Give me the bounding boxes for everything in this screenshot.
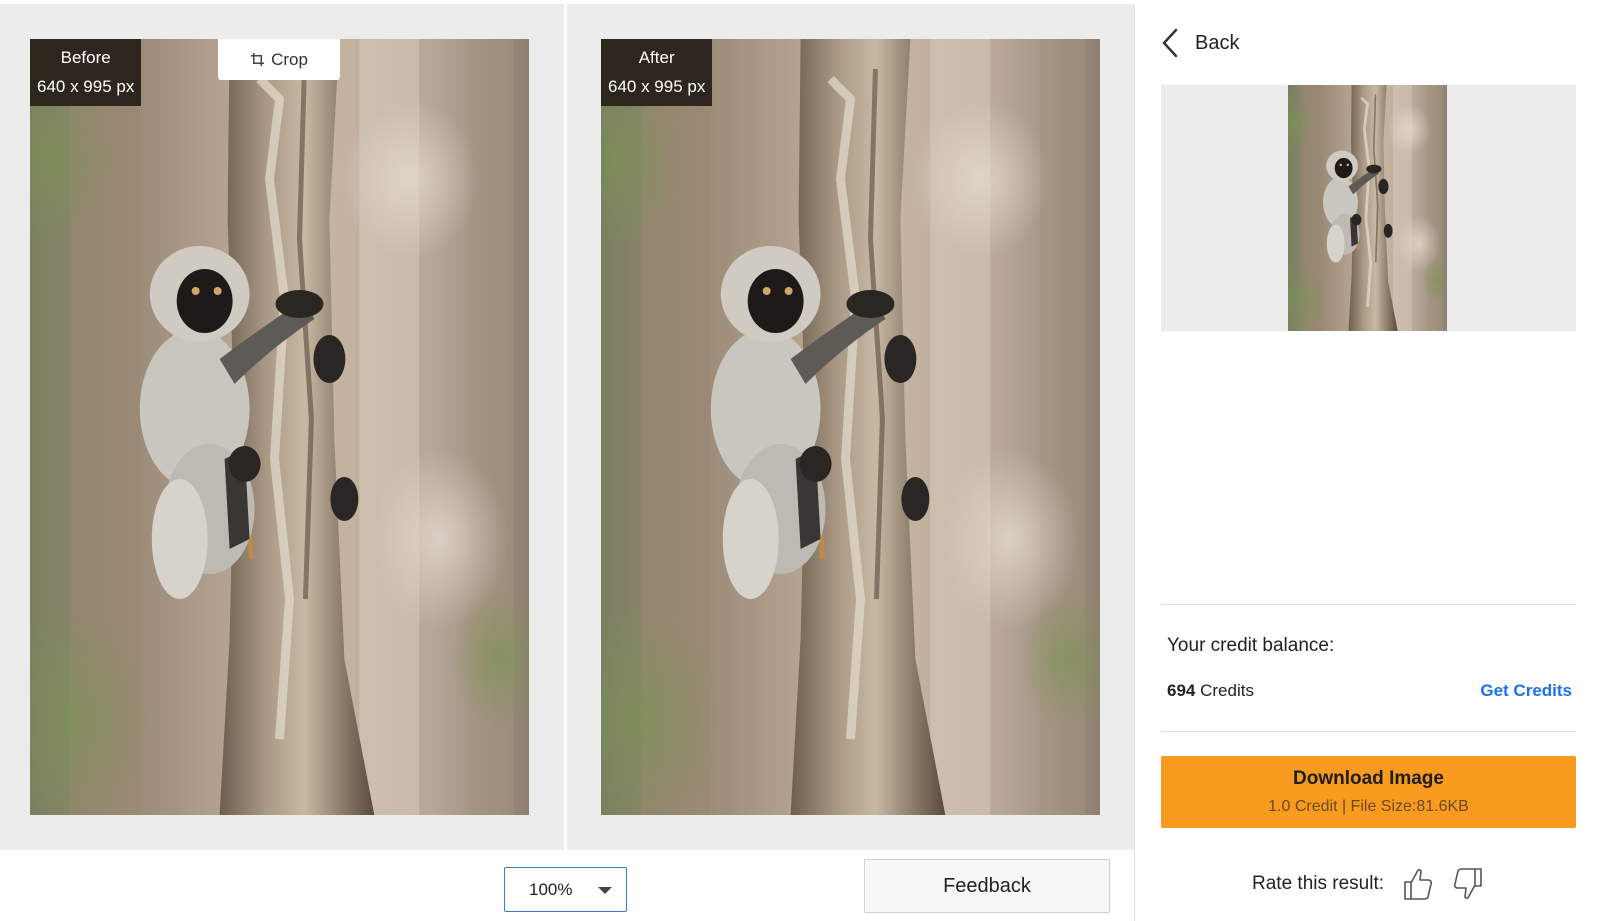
rate-result-row: Rate this result: (1135, 866, 1600, 902)
credit-balance-label: Your credit balance: (1167, 635, 1335, 656)
crop-icon (251, 52, 265, 67)
result-thumbnail (1288, 85, 1447, 331)
after-tag: After 640 x 995 px (601, 39, 713, 106)
before-tag: Before 640 x 995 px (30, 39, 142, 106)
sidebar: Back Your credit balance: 694 Credits Ge… (1134, 4, 1600, 921)
crop-label: Crop (271, 49, 308, 69)
thumbs-down-icon[interactable] (1452, 866, 1484, 902)
back-button[interactable]: Back (1161, 28, 1239, 58)
thumbs-up-icon[interactable] (1402, 866, 1434, 902)
crop-button[interactable]: Crop (218, 39, 340, 80)
divider (1161, 731, 1576, 732)
before-pane: Before 640 x 995 px Crop (0, 4, 564, 850)
comparison-area: Before 640 x 995 px Crop After 640 x 995… (0, 4, 1134, 850)
credit-count: 694 (1167, 681, 1196, 700)
chevron-left-icon (1162, 28, 1178, 58)
caret-down-icon (598, 887, 612, 894)
download-subtitle: 1.0 Credit | File Size:81.6KB (1268, 798, 1469, 815)
after-label: After (638, 48, 675, 67)
before-image[interactable]: Before 640 x 995 px Crop (30, 39, 529, 815)
download-title: Download Image (1293, 768, 1444, 789)
credit-balance: 694 Credits (1167, 681, 1254, 701)
back-label: Back (1195, 31, 1240, 54)
after-pane: After 640 x 995 px (567, 4, 1134, 850)
rate-label: Rate this result: (1252, 873, 1384, 894)
divider (1161, 604, 1576, 605)
zoom-select[interactable]: 100% (504, 867, 627, 912)
credit-unit: Credits (1200, 681, 1254, 700)
after-image[interactable]: After 640 x 995 px (601, 39, 1100, 815)
result-thumbnail-box (1161, 85, 1576, 331)
before-dimensions: 640 x 995 px (37, 77, 135, 96)
after-dimensions: 640 x 995 px (608, 77, 706, 96)
feedback-button[interactable]: Feedback (864, 859, 1110, 913)
download-image-button[interactable]: Download Image 1.0 Credit | File Size:81… (1161, 756, 1576, 828)
zoom-value: 100% (529, 879, 573, 899)
before-label: Before (60, 48, 111, 67)
get-credits-link[interactable]: Get Credits (1480, 681, 1572, 701)
